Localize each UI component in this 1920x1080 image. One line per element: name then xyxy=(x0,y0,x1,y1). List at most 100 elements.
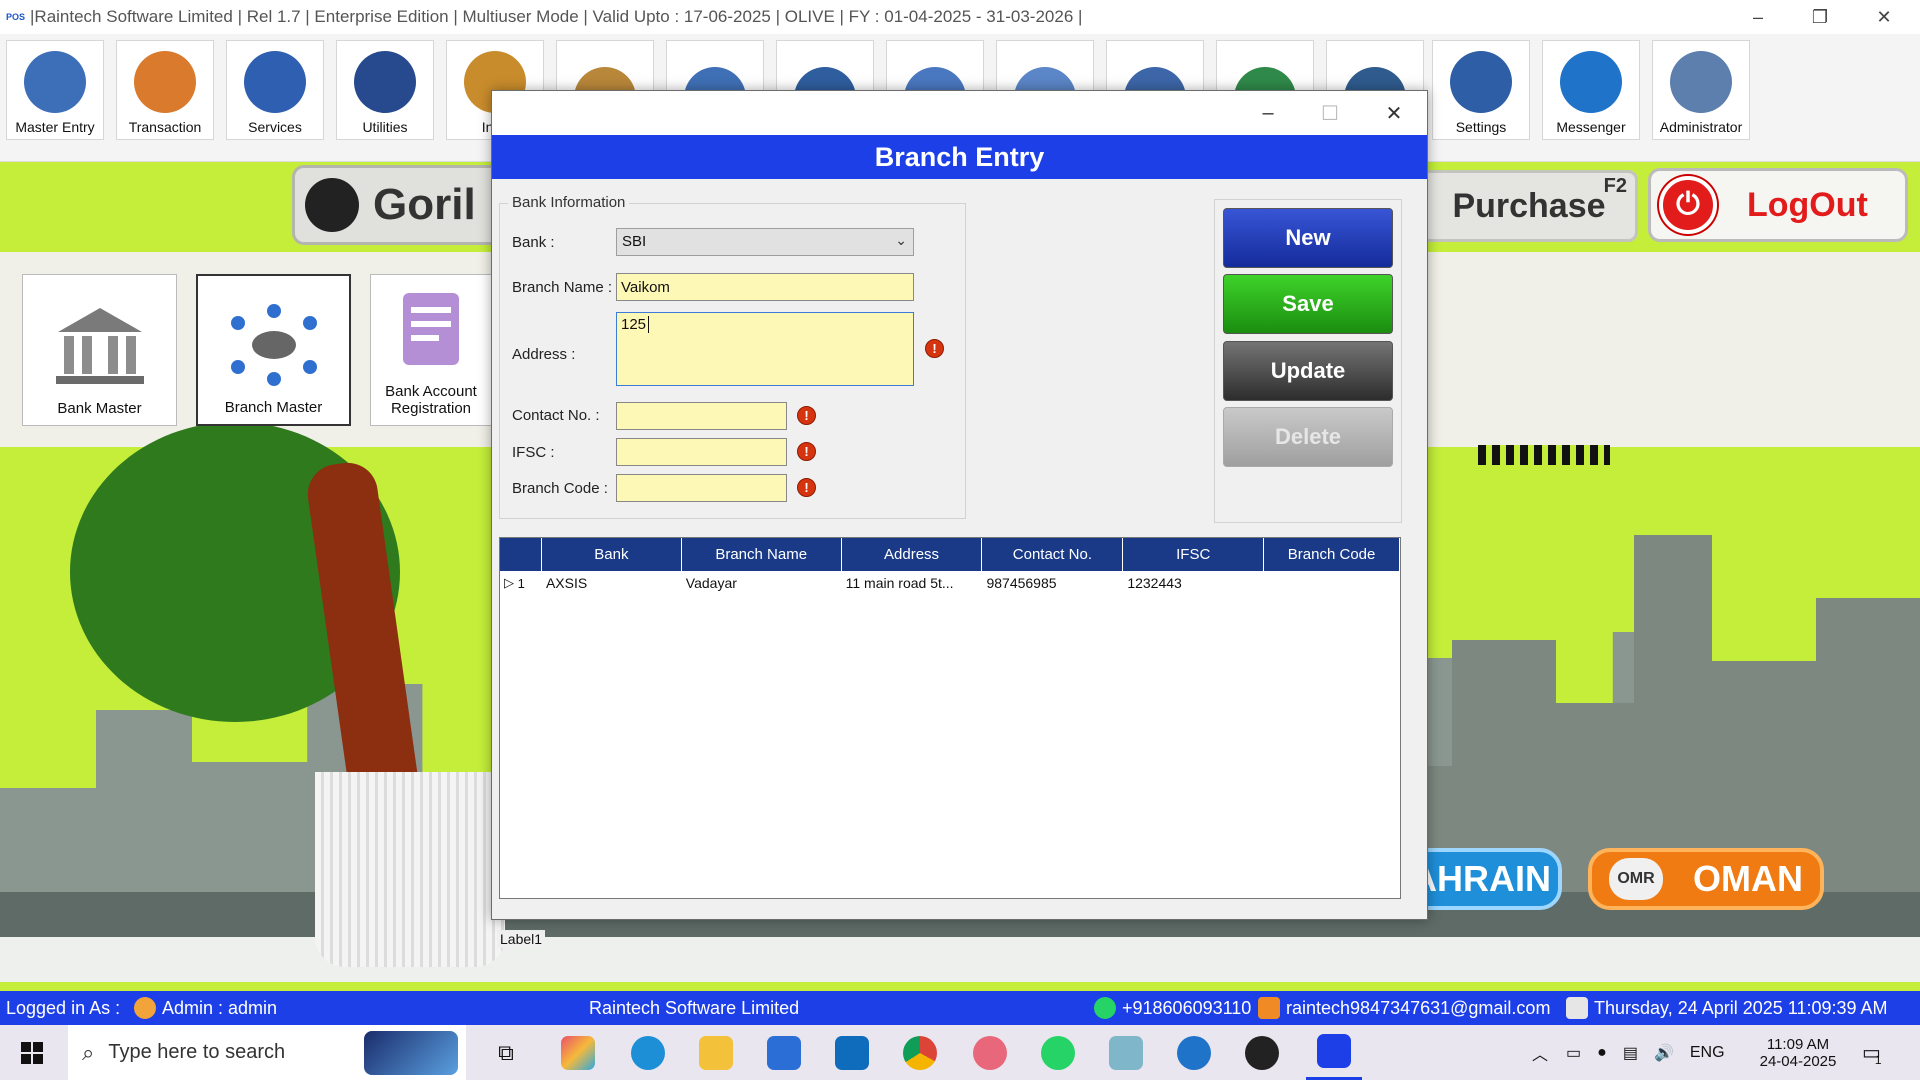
window-minimize-button[interactable]: – xyxy=(1730,0,1786,34)
chevron-down-icon: ⌄ xyxy=(895,232,907,248)
bottom-strip xyxy=(0,937,1920,982)
cell-contact: 987456985 xyxy=(986,575,1057,591)
purchase-label: Purchase xyxy=(1452,186,1606,225)
toolbar-services-button[interactable]: Services xyxy=(226,40,324,140)
taskbar-file-explorer[interactable] xyxy=(692,1025,740,1080)
toolbar-master-entry-button[interactable]: Master Entry xyxy=(6,40,104,140)
column-header-branch-name[interactable]: Branch Name xyxy=(682,538,842,571)
network-icon[interactable]: ▤ xyxy=(1623,1043,1638,1063)
toolbar-messenger-button[interactable]: Messenger xyxy=(1542,40,1640,140)
taskbar-snipping-tool[interactable] xyxy=(966,1025,1014,1080)
taskbar-raintech[interactable] xyxy=(1306,1025,1362,1080)
taskbar-whatsapp[interactable] xyxy=(1034,1025,1082,1080)
start-button[interactable] xyxy=(0,1025,64,1080)
group-title: Bank Information xyxy=(508,194,630,211)
ifsc-input[interactable] xyxy=(616,438,787,466)
logout-button[interactable]: ⏻ LogOut xyxy=(1648,168,1908,242)
qr-code xyxy=(1478,445,1610,465)
transaction-icon xyxy=(134,51,196,113)
branch-grid[interactable]: Bank Branch Name Address Contact No. IFS… xyxy=(499,537,1401,899)
dialog-close-button[interactable]: ✕ xyxy=(1364,91,1424,135)
address-textarea[interactable]: 125 xyxy=(616,312,914,386)
notification-button[interactable]: ▭ 1 xyxy=(1862,1025,1882,1080)
contact-input[interactable] xyxy=(616,402,787,430)
column-header-branch-code[interactable]: Branch Code xyxy=(1264,538,1400,571)
clipboard-icon xyxy=(403,293,459,365)
language-indicator[interactable]: ENG xyxy=(1690,1044,1725,1062)
card-label: Bank Account Registration xyxy=(385,383,477,417)
toolbar-label: Messenger xyxy=(1556,119,1626,135)
toolbar-administrator-button[interactable]: Administrator xyxy=(1652,40,1750,140)
phone-number: +918606093110 xyxy=(1122,997,1252,1018)
toolbar-label: Transaction xyxy=(128,119,202,135)
contact-label: Contact No. : xyxy=(512,407,600,424)
row-header: ▷ 1 xyxy=(500,571,542,595)
dialog-minimize-button[interactable]: – xyxy=(1238,91,1298,135)
taskbar-app-record[interactable] xyxy=(1238,1025,1286,1080)
new-button[interactable]: New xyxy=(1223,208,1393,268)
raintech-icon xyxy=(1317,1034,1351,1068)
taskbar-clock[interactable]: 11:09 AM 24-04-2025 xyxy=(1748,1025,1848,1080)
user-icon xyxy=(134,997,156,1019)
cell-ifsc: 1232443 xyxy=(1127,575,1182,591)
bank-account-registration-card[interactable]: Bank Account Registration xyxy=(370,274,492,426)
taskbar-store[interactable] xyxy=(760,1025,808,1080)
oman-label: OMAN xyxy=(1693,858,1803,899)
column-header-address[interactable]: Address xyxy=(842,538,983,571)
branch-entry-dialog: – ☐ ✕ Branch Entry Bank Information Bank… xyxy=(491,90,1428,920)
branch-code-input[interactable] xyxy=(616,474,787,502)
taskbar-edge[interactable] xyxy=(624,1025,672,1080)
oman-badge[interactable]: OMR OMAN xyxy=(1588,848,1824,910)
microphone-icon[interactable]: ● xyxy=(1597,1044,1607,1062)
dialog-maximize-button[interactable]: ☐ xyxy=(1300,91,1360,135)
taskbar-outlook[interactable] xyxy=(828,1025,876,1080)
taskbar-app-messenger[interactable] xyxy=(1170,1025,1218,1080)
flower-pot xyxy=(315,772,505,967)
branch-name-label: Branch Name : xyxy=(512,279,613,296)
branch-code-error-icon: ! xyxy=(797,478,816,497)
taskbar-copilot[interactable] xyxy=(554,1025,602,1080)
services-icon xyxy=(244,51,306,113)
volume-icon[interactable]: 🔊 xyxy=(1654,1043,1674,1063)
chrome-icon xyxy=(903,1035,937,1070)
whatsapp-icon xyxy=(1094,997,1116,1019)
column-header-contact[interactable]: Contact No. xyxy=(982,538,1124,571)
task-view-icon: ⧉ xyxy=(498,1039,514,1065)
taskbar-search-box[interactable]: ⌕ Type here to search xyxy=(68,1025,466,1080)
device-icon[interactable]: ▭ xyxy=(1566,1043,1581,1063)
column-header-ifsc[interactable]: IFSC xyxy=(1123,538,1265,571)
dialog-title: Branch Entry xyxy=(492,135,1427,179)
chevron-up-icon[interactable]: ︿ xyxy=(1532,1041,1548,1065)
messenger-icon xyxy=(1177,1035,1211,1070)
logged-in-label: Logged in As : xyxy=(6,997,121,1018)
bank-icon xyxy=(55,308,144,384)
app-title: |Raintech Software Limited | Rel 1.7 | E… xyxy=(30,7,1083,26)
table-row[interactable]: ▷ 1 AXSIS Vadayar 11 main road 5t... 987… xyxy=(500,571,1400,595)
toolbar-label: Master Entry xyxy=(15,119,95,135)
toolbar-settings-button[interactable]: Settings xyxy=(1432,40,1530,140)
update-button[interactable]: Update xyxy=(1223,341,1393,401)
text-cursor xyxy=(648,316,650,333)
task-view-button[interactable]: ⧉ xyxy=(486,1025,526,1080)
toolbar-transaction-button[interactable]: Transaction xyxy=(116,40,214,140)
taskbar-app-pen[interactable] xyxy=(1102,1025,1150,1080)
address-value: 125 xyxy=(621,316,647,333)
window-close-button[interactable]: ✕ xyxy=(1856,0,1912,34)
address-error-icon: ! xyxy=(925,339,944,358)
utilities-icon xyxy=(354,51,416,113)
purchase-button[interactable]: Purchase F2 xyxy=(1420,170,1638,242)
bank-select[interactable]: SBI ⌄ xyxy=(616,228,914,256)
logout-label: LogOut xyxy=(1747,185,1868,224)
gorilla-icon xyxy=(305,178,359,232)
bank-master-card[interactable]: Bank Master xyxy=(22,274,177,426)
folder-icon xyxy=(699,1035,733,1070)
save-button[interactable]: Save xyxy=(1223,274,1393,334)
branch-name-input[interactable] xyxy=(616,273,914,301)
column-header-bank[interactable]: Bank xyxy=(542,538,682,571)
delete-button[interactable]: Delete xyxy=(1223,407,1393,467)
toolbar-utilities-button[interactable]: Utilities xyxy=(336,40,434,140)
taskbar-chrome[interactable] xyxy=(896,1025,944,1080)
branch-master-card[interactable]: Branch Master xyxy=(196,274,351,426)
window-restore-button[interactable]: ❐ xyxy=(1792,0,1848,34)
row-number: 1 xyxy=(517,575,525,591)
